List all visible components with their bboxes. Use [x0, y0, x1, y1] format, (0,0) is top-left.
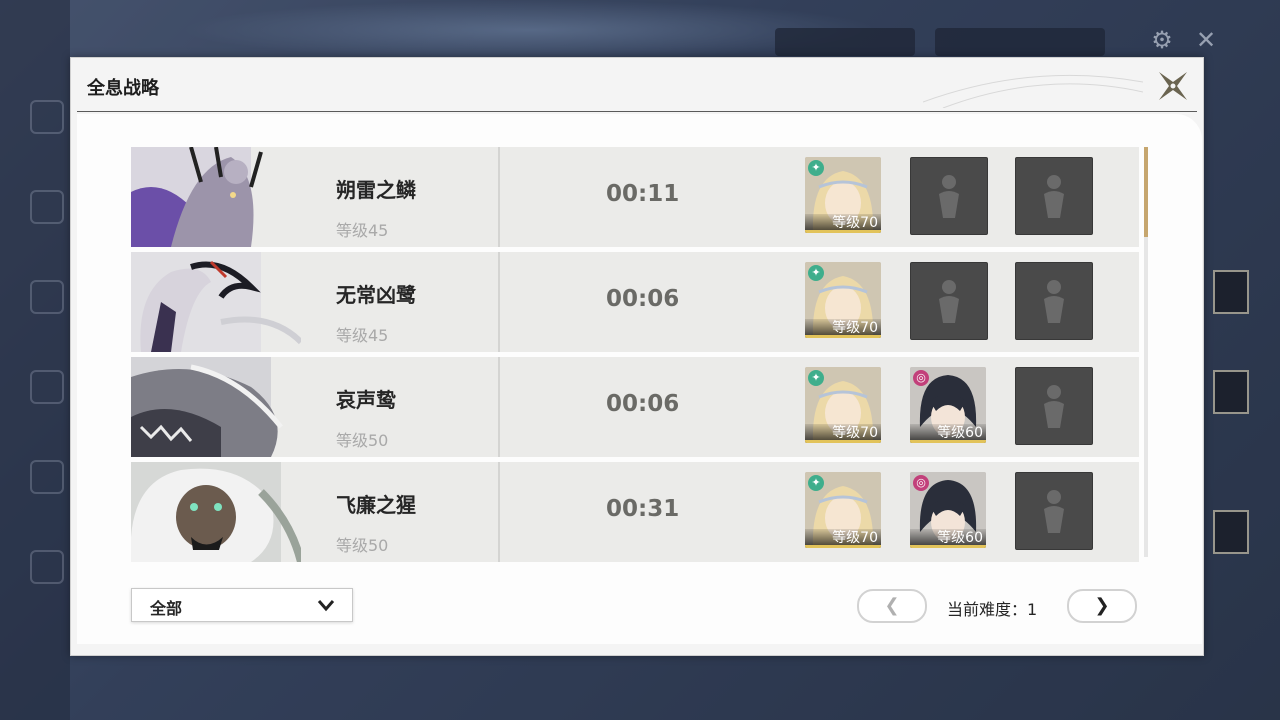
party-slot-empty: [1015, 367, 1093, 445]
title-divider: [77, 111, 1197, 112]
aero-element-icon: ✦: [808, 370, 824, 386]
next-difficulty-button[interactable]: ❯: [1067, 589, 1137, 623]
empty-person-icon: [1044, 490, 1064, 533]
party-slot-character: ✦ 等级70: [805, 157, 881, 233]
party-slot-empty: [1015, 472, 1093, 550]
empty-person-icon: [1044, 385, 1064, 428]
party-slot-empty: [910, 157, 988, 235]
empty-person-icon: [939, 280, 959, 323]
difficulty-label: 当前难度：: [947, 600, 1028, 619]
boss-level: 等级50: [336, 431, 389, 450]
empty-person-icon: [1044, 280, 1064, 323]
prev-difficulty-button[interactable]: ❮: [857, 589, 927, 623]
boss-name: 飞廉之猩: [336, 493, 416, 517]
current-difficulty: 当前难度：1: [947, 596, 1037, 620]
empty-person-icon: [939, 175, 959, 218]
boss-level: 等级50: [336, 536, 389, 555]
party-slot-empty: [1015, 262, 1093, 340]
row-divider: [498, 147, 500, 247]
filter-dropdown[interactable]: 全部: [131, 588, 353, 622]
aero-element-icon: ✦: [808, 265, 824, 281]
boss-row[interactable]: 哀声鸷 等级50 00:06 ✦ 等级70 ◎ 等级60: [131, 357, 1139, 457]
boss-row[interactable]: 无常凶鹭 等级45 00:06 ✦ 等级70: [131, 252, 1139, 352]
row-divider: [498, 357, 500, 457]
close-x-icon: [1159, 72, 1187, 100]
aero-element-icon: ✦: [808, 475, 824, 491]
party-slot-character: ◎ 等级60: [910, 367, 986, 443]
list-scrollbar[interactable]: [1144, 147, 1148, 557]
level-bar: [910, 440, 986, 443]
boss-level: 等级45: [336, 326, 389, 345]
boss-name: 无常凶鹭: [336, 283, 416, 307]
level-bar: [805, 440, 881, 443]
clear-time: 00:31: [606, 496, 680, 522]
party-slot-empty: [1015, 157, 1093, 235]
party-slot-empty: [910, 262, 988, 340]
boss-name: 哀声鸷: [336, 388, 396, 412]
filter-selected: 全部: [150, 599, 183, 618]
boss-level: 等级45: [336, 221, 389, 240]
level-bar: [805, 545, 881, 548]
dialog-title: 全息战略: [87, 78, 159, 99]
close-button[interactable]: [1155, 68, 1191, 104]
clear-time: 00:06: [606, 286, 680, 312]
difficulty-value: 1: [1027, 600, 1038, 619]
clear-time: 00:11: [606, 181, 680, 207]
aero-element-icon: ✦: [808, 160, 824, 176]
level-bar: [805, 335, 881, 338]
boss-name: 朔雷之鳞: [336, 178, 416, 202]
chevron-down-icon: [317, 600, 335, 612]
party-slot-character: ◎ 等级60: [910, 472, 986, 548]
level-bar: [805, 230, 881, 233]
party-slot-character: ✦ 等级70: [805, 262, 881, 338]
boss-portrait: [131, 357, 301, 457]
party-slot-character: ✦ 等级70: [805, 367, 881, 443]
level-bar: [910, 545, 986, 548]
row-divider: [498, 462, 500, 562]
boss-portrait: [131, 252, 301, 352]
scrollbar-thumb[interactable]: [1144, 147, 1148, 237]
title-decoration: [923, 74, 1143, 108]
boss-portrait: [131, 147, 301, 247]
clear-time: 00:06: [606, 391, 680, 417]
boss-portrait: [131, 462, 301, 562]
boss-row[interactable]: 朔雷之鳞 等级45 00:11 ✦ 等级70: [131, 147, 1139, 247]
havoc-element-icon: ◎: [913, 475, 929, 491]
empty-person-icon: [1044, 175, 1064, 218]
party-slot-character: ✦ 等级70: [805, 472, 881, 548]
row-divider: [498, 252, 500, 352]
havoc-element-icon: ◎: [913, 370, 929, 386]
boss-row[interactable]: 飞廉之猩 等级50 00:31 ✦ 等级70 ◎ 等级60: [131, 462, 1139, 562]
